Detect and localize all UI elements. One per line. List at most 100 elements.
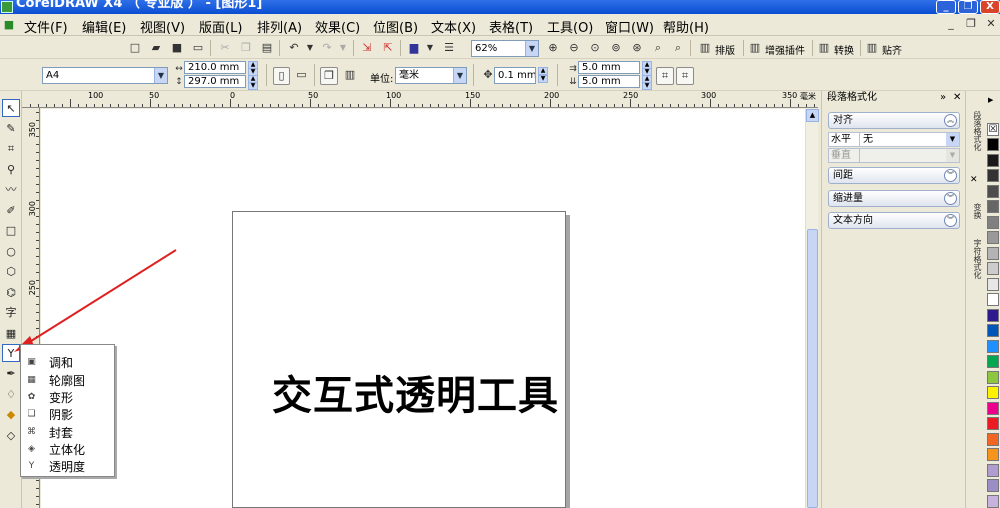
layout-button[interactable]: 排版 (715, 42, 735, 57)
cut-icon[interactable]: ✂ (217, 40, 233, 56)
color-swatch[interactable] (987, 324, 999, 337)
nudge-down-icon[interactable]: ▼ (538, 75, 548, 83)
restore-button[interactable]: ❐ (958, 0, 978, 14)
expand-icon[interactable]: ︾ (944, 169, 957, 182)
document-icon[interactable]: ■ (1, 17, 17, 33)
app-launcher-icon[interactable]: ▆ (406, 40, 422, 56)
color-swatch[interactable] (987, 231, 999, 244)
color-swatch[interactable] (987, 432, 999, 446)
smart-fill-tool-icon[interactable]: ✐ (2, 202, 20, 220)
shape-tool-icon[interactable]: ✎ (2, 120, 20, 138)
menu-tools[interactable]: 工具(O) (547, 17, 593, 36)
color-swatch[interactable] (987, 138, 999, 151)
flyout-item-extrude[interactable]: ◈ 立体化 (23, 440, 113, 457)
welcome-screen-icon[interactable]: ☰ (441, 40, 457, 56)
tab-transform[interactable]: 变换 (969, 203, 982, 233)
color-swatch[interactable] (987, 386, 999, 399)
scroll-up-icon[interactable]: ▲ (806, 109, 819, 122)
menu-table[interactable]: 表格(T) (489, 17, 533, 36)
spacing-section[interactable]: 间距 ︾ (828, 167, 960, 184)
zoom-selected-icon[interactable]: ⊙ (587, 40, 603, 56)
horizontal-ruler[interactable]: 100 50 0 50 100 150 200 250 300 350 毫米 (22, 91, 818, 108)
color-swatch[interactable] (987, 169, 999, 182)
collapse-icon[interactable]: ︽ (944, 114, 957, 127)
zoom-in-icon[interactable]: ⊕ (545, 40, 561, 56)
redo-dropdown-icon[interactable]: ▼ (335, 40, 351, 56)
close-button[interactable]: X (980, 0, 1000, 14)
menu-effects[interactable]: 效果(C) (315, 17, 360, 36)
align-section[interactable]: 对齐 ︽ (828, 112, 960, 129)
tab-close-icon[interactable]: ✕ (970, 175, 978, 185)
page-height-input[interactable]: 297.0 mm (184, 75, 246, 88)
color-swatch[interactable] (987, 370, 999, 384)
doc-minimize-icon[interactable]: _ (942, 16, 960, 31)
duplicate-y-input[interactable]: 5.0 mm (578, 75, 640, 88)
all-pages-icon[interactable]: ❐ (320, 67, 338, 85)
color-swatch[interactable] (987, 153, 999, 167)
snap-button[interactable]: 贴齐 (882, 42, 902, 57)
menu-file[interactable]: 文件(F) (24, 17, 68, 36)
no-color-swatch[interactable]: ☒ (987, 123, 999, 136)
color-swatch[interactable] (987, 448, 999, 461)
color-swatch[interactable] (987, 184, 999, 198)
flyout-item-blend[interactable]: ▣ 调和 (23, 353, 113, 370)
save-icon[interactable]: ■ (169, 40, 185, 56)
zoom-dropdown[interactable]: 62% ▼ (471, 40, 539, 57)
zoom-height-icon[interactable]: ⌕ (670, 40, 686, 56)
color-swatch[interactable] (987, 262, 999, 275)
snap-icon[interactable]: ▥ (864, 40, 880, 56)
doc-restore-icon[interactable]: ❐ (962, 16, 980, 31)
freehand-tool-icon[interactable]: 〰 (2, 181, 20, 199)
plugin-icon[interactable]: ▥ (747, 40, 763, 56)
document-page[interactable] (232, 211, 566, 508)
vertical-scrollbar[interactable]: ▲ (805, 109, 819, 508)
rectangle-tool-icon[interactable]: □ (2, 222, 20, 240)
undo-dropdown-icon[interactable]: ▼ (302, 40, 318, 56)
headline-text[interactable]: 交互式透明工具 (272, 363, 559, 421)
color-swatch[interactable] (987, 417, 999, 430)
undo-icon[interactable]: ↶ (286, 40, 302, 56)
zoom-out-icon[interactable]: ⊖ (566, 40, 582, 56)
convert-icon[interactable]: ▥ (816, 40, 832, 56)
color-swatch[interactable] (987, 308, 999, 322)
pick-tool-icon[interactable]: ↖ (2, 99, 20, 117)
open-icon[interactable]: ▰ (148, 40, 164, 56)
palette-scroll-up-icon[interactable]: ▶ (988, 96, 993, 104)
menu-text[interactable]: 文本(X) (431, 17, 476, 36)
current-page-icon[interactable]: ▥ (341, 67, 359, 85)
doc-close-icon[interactable]: ✕ (982, 16, 1000, 31)
print-icon[interactable]: ▭ (190, 40, 206, 56)
expand-icon[interactable]: ︾ (944, 214, 957, 227)
color-swatch[interactable] (987, 246, 999, 260)
menu-help[interactable]: 帮助(H) (663, 17, 709, 36)
minimize-button[interactable]: _ (936, 0, 956, 14)
height-down-icon[interactable]: ▼ (248, 82, 258, 90)
menu-arrange[interactable]: 排列(A) (257, 17, 302, 36)
page-size-dropdown[interactable]: A4 ▼ (42, 67, 168, 84)
horizontal-align-select[interactable]: 水平 无 ▼ (828, 132, 960, 147)
flyout-item-envelope[interactable]: ⌘ 封套 (23, 423, 113, 440)
eyedropper-tool-icon[interactable]: ✒ (2, 365, 20, 383)
dupy-down-icon[interactable]: ▼ (642, 82, 652, 90)
zoom-tool-icon[interactable]: ⚲ (2, 161, 20, 179)
menu-window[interactable]: 窗口(W) (605, 17, 654, 36)
units-dropdown[interactable]: 毫米 ▼ (395, 67, 467, 84)
expand-icon[interactable]: ︾ (944, 192, 957, 205)
landscape-icon[interactable]: ▭ (293, 67, 310, 85)
duplicate-x-input[interactable]: 5.0 mm (578, 61, 640, 74)
portrait-icon[interactable]: ▯ (273, 67, 290, 85)
layout-icon[interactable]: ▥ (697, 40, 713, 56)
docker-close-icon[interactable]: ✕ (953, 91, 961, 105)
crop-tool-icon[interactable]: ⌗ (2, 140, 20, 158)
copy-icon[interactable]: ❐ (238, 40, 254, 56)
menu-edit[interactable]: 编辑(E) (82, 17, 126, 36)
nudge-up-icon[interactable]: ▲ (538, 67, 548, 75)
flyout-item-contour[interactable]: ▦ 轮廓图 (23, 371, 113, 388)
menu-layout[interactable]: 版面(L) (199, 17, 242, 36)
treat-as-filled-icon[interactable]: ⌗ (676, 67, 694, 85)
color-swatch[interactable] (987, 200, 999, 213)
flyout-item-drop-shadow[interactable]: ❑ 阴影 (23, 405, 113, 422)
color-swatch[interactable] (987, 277, 999, 291)
indent-section[interactable]: 缩进量 ︾ (828, 190, 960, 207)
flyout-item-transparency[interactable]: Y 透明度 (23, 457, 113, 474)
